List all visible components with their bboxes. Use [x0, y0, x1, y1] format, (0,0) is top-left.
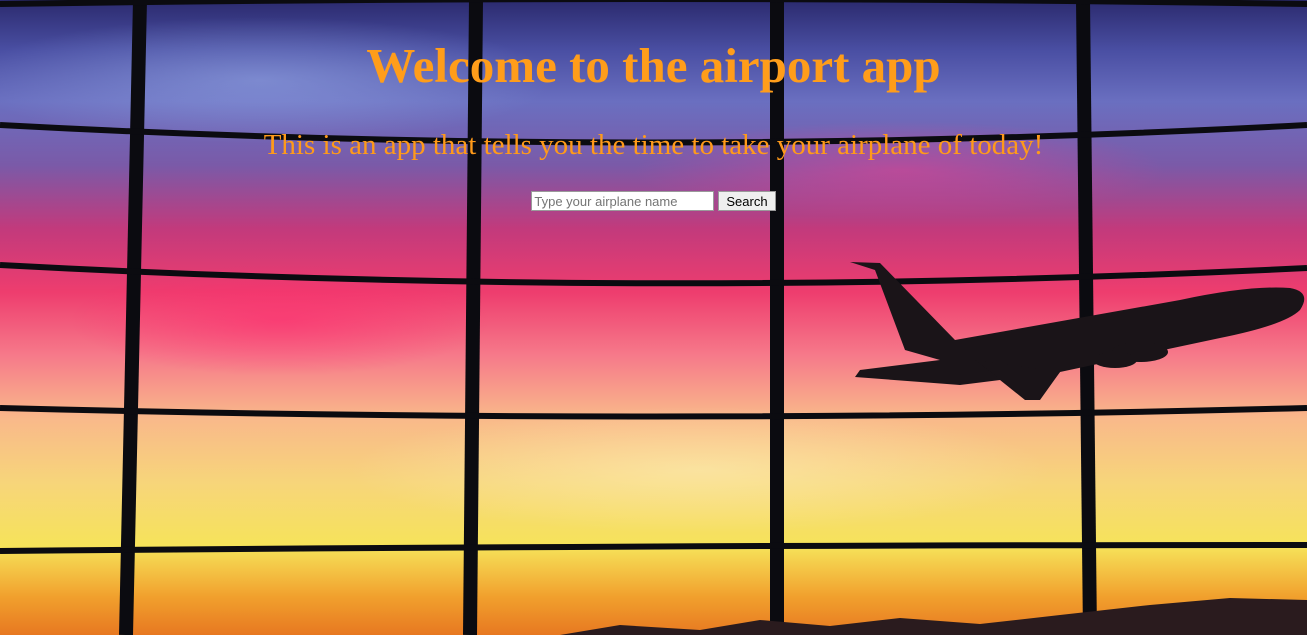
page-subtitle: This is an app that tells you the time t… — [263, 129, 1044, 161]
airplane-search-input[interactable] — [531, 191, 715, 211]
page-title: Welcome to the airport app — [366, 38, 941, 93]
search-button[interactable]: Search — [718, 191, 776, 211]
search-form: Search — [0, 191, 1307, 211]
